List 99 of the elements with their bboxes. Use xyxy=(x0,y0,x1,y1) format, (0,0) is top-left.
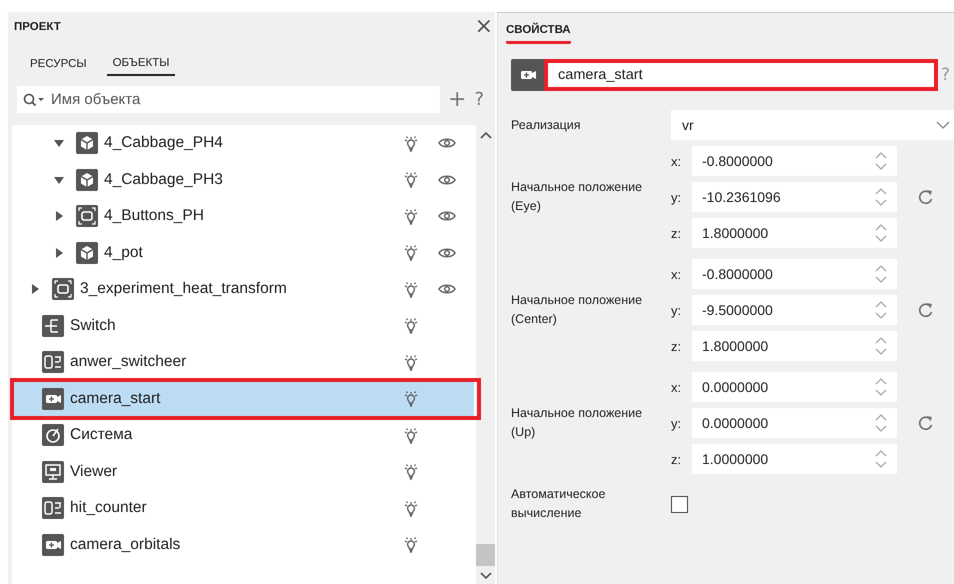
tree-row[interactable]: 4_Cabbage_PH4 xyxy=(14,125,474,162)
object-type-button[interactable] xyxy=(511,59,544,91)
search-field[interactable]: Имя объекта xyxy=(17,86,440,113)
number-field[interactable]: -0.8000000 xyxy=(692,146,897,176)
eye-icon[interactable] xyxy=(438,137,456,150)
light-bulb-icon[interactable] xyxy=(403,463,419,480)
cube-icon xyxy=(76,132,98,154)
frame-icon xyxy=(52,278,74,300)
number-field[interactable]: -10.2361096 xyxy=(692,182,897,212)
tree-item-label: camera_start xyxy=(70,390,162,408)
reset-icon[interactable] xyxy=(918,302,934,318)
expand-icon[interactable] xyxy=(54,211,64,222)
axis-label: x: xyxy=(671,266,682,282)
scroll-thumb[interactable] xyxy=(476,544,495,566)
eye-icon[interactable] xyxy=(438,246,456,259)
axis-label: y: xyxy=(671,416,682,430)
light-bulb-icon[interactable] xyxy=(403,244,419,262)
tree-item-label: Viewer xyxy=(70,462,118,481)
number-field[interactable]: 0.0000000 xyxy=(692,372,897,402)
camera-icon xyxy=(42,534,64,556)
expand-icon[interactable] xyxy=(30,284,40,294)
eye-icon[interactable] xyxy=(438,283,456,296)
eye-icon[interactable] xyxy=(438,210,456,222)
tree-row[interactable]: 4_pot xyxy=(14,234,474,271)
name-field[interactable]: camera_start xyxy=(544,59,938,91)
gauge-icon xyxy=(42,424,64,446)
field-label: Начальное положение (Center) xyxy=(511,292,644,328)
light-bulb-icon[interactable] xyxy=(403,426,419,444)
scroll-up-icon[interactable] xyxy=(480,131,492,139)
chevron-down-icon xyxy=(936,121,950,129)
close-button[interactable]: × xyxy=(472,17,495,37)
light-bulb-icon[interactable] xyxy=(403,134,419,152)
light-bulb-icon[interactable] xyxy=(403,280,419,298)
number-field[interactable]: 1.8000000 xyxy=(692,331,897,361)
add-button[interactable]: + xyxy=(448,88,466,112)
tree-row[interactable]: 4_Cabbage_PH3 xyxy=(14,162,474,198)
axis-label: y: xyxy=(671,190,682,204)
reset-icon[interactable] xyxy=(918,415,934,431)
number-field[interactable]: -0.8000000 xyxy=(692,259,897,289)
axis-label: z: xyxy=(671,452,682,466)
checkbox[interactable] xyxy=(671,496,688,512)
number-field[interactable]: 1.0000000 xyxy=(692,444,897,474)
expand-icon[interactable] xyxy=(54,248,64,258)
scroll-down-icon[interactable] xyxy=(480,572,492,580)
axis-label: z: xyxy=(671,338,682,354)
cube-icon xyxy=(76,242,98,264)
light-bulb-icon[interactable] xyxy=(403,354,419,371)
light-bulb-icon[interactable] xyxy=(403,171,419,188)
field-label: Начальное положение (Up) xyxy=(511,405,644,441)
collapse-icon[interactable] xyxy=(54,174,64,185)
tree-item-label: 4_Cabbage_PH4 xyxy=(104,134,224,152)
tree-item-label: 4_pot xyxy=(104,244,144,262)
panel-title: СВОЙСТВА xyxy=(506,24,571,44)
panel-title: ПРОЕКТ xyxy=(14,21,61,33)
eye-icon[interactable] xyxy=(438,174,456,186)
reset-icon[interactable] xyxy=(918,189,934,205)
collapse-icon[interactable] xyxy=(54,138,64,148)
field-label: Начальное положение (Eye) xyxy=(511,179,644,215)
light-bulb-icon[interactable] xyxy=(403,317,419,334)
counter-icon xyxy=(42,351,64,374)
switch-icon xyxy=(42,314,64,337)
camera-icon xyxy=(42,388,64,410)
field-label: Реализация xyxy=(511,116,582,134)
axis-label: y: xyxy=(671,302,682,318)
frame-icon xyxy=(76,205,98,228)
light-bulb-icon[interactable] xyxy=(403,208,419,225)
counter-icon xyxy=(42,497,64,520)
tree-item-label: Switch xyxy=(70,316,117,335)
tree-row[interactable]: hit_counter xyxy=(14,490,474,526)
light-bulb-icon[interactable] xyxy=(403,390,419,408)
number-field[interactable]: -9.5000000 xyxy=(692,295,897,325)
tree-item-label: 4_Buttons_PH xyxy=(104,207,205,226)
light-bulb-icon[interactable] xyxy=(403,500,419,517)
tree-row[interactable]: anwer_switcheer xyxy=(14,344,474,380)
tree-row[interactable]: 3_experiment_heat_transform xyxy=(14,271,474,308)
help-button[interactable]: ? xyxy=(474,88,484,112)
number-field[interactable]: 1.8000000 xyxy=(692,218,897,248)
tree-row[interactable]: camera_orbitals xyxy=(14,526,474,563)
tree-item-label: 3_experiment_heat_transform xyxy=(80,280,288,298)
tree-row[interactable]: Switch xyxy=(14,308,474,344)
field-label: Автоматическое вычисление xyxy=(511,486,606,522)
tab[interactable]: ОБЪЕКТЫ xyxy=(106,54,176,76)
tab[interactable]: РЕСУРСЫ xyxy=(24,54,93,76)
tree-row[interactable]: Система xyxy=(14,417,474,454)
tree-item-label: hit_counter xyxy=(70,499,148,518)
tree-item-label: camera_orbitals xyxy=(70,536,182,554)
light-bulb-icon[interactable] xyxy=(403,536,419,554)
tree-item-label: Система xyxy=(70,426,134,444)
tree-row[interactable]: Viewer xyxy=(14,454,474,490)
axis-label: z: xyxy=(671,226,682,240)
axis-label: x: xyxy=(671,380,682,394)
axis-label: x: xyxy=(671,154,682,168)
monitor-icon xyxy=(42,460,64,483)
tree-row[interactable]: 4_Buttons_PH xyxy=(14,198,474,234)
number-field[interactable]: 0.0000000 xyxy=(692,408,897,438)
tree-item-label: anwer_switcheer xyxy=(70,353,188,372)
dropdown[interactable]: vr xyxy=(671,110,954,140)
cube-icon xyxy=(76,168,98,191)
tree-item-label: 4_Cabbage_PH3 xyxy=(104,170,224,189)
